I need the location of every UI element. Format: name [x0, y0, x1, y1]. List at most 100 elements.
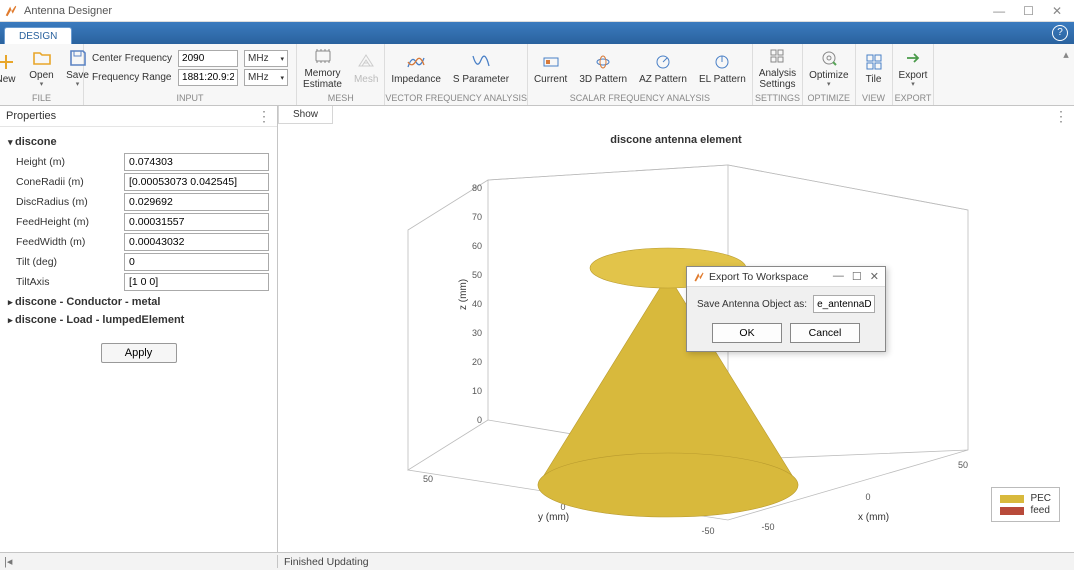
legend: PEC feed [991, 487, 1060, 522]
pattern-3d-button[interactable]: 3D Pattern [573, 50, 633, 87]
export-dialog: Export To Workspace — ☐ ✕ Save Antenna O… [686, 266, 886, 352]
group-view-label: VIEW [856, 92, 892, 105]
svg-text:-50: -50 [761, 522, 774, 532]
az-pattern-icon [653, 52, 673, 72]
svg-text:80: 80 [472, 183, 482, 193]
svg-text:0: 0 [477, 415, 482, 425]
group-input-label: INPUT [84, 92, 296, 105]
dialog-object-name-input[interactable] [813, 295, 875, 313]
window-minimize-button[interactable]: — [989, 4, 1009, 18]
apply-button[interactable]: Apply [101, 343, 177, 363]
el-pattern-label: EL Pattern [699, 74, 746, 85]
discradius-label: DiscRadius (m) [16, 196, 124, 208]
canvas-menu-button[interactable]: ⋮ [1054, 108, 1068, 125]
properties-panel: Properties ⋮ discone Height (m) ConeRadi… [0, 106, 278, 552]
open-label: Open [29, 70, 53, 81]
legend-swatch-feed [1000, 507, 1024, 515]
tab-show[interactable]: Show [278, 106, 333, 124]
dialog-maximize-button[interactable]: ☐ [852, 270, 862, 283]
dialog-cancel-button[interactable]: Cancel [790, 323, 860, 343]
sparameter-button[interactable]: S Parameter [447, 50, 515, 87]
section-conductor[interactable]: discone - Conductor - metal [8, 293, 269, 311]
group-optimize-label: OPTIMIZE [803, 92, 854, 105]
current-icon [541, 52, 561, 72]
current-button[interactable]: Current [528, 50, 573, 87]
mesh-label: Mesh [354, 74, 378, 85]
el-pattern-icon [712, 52, 732, 72]
fr-unit-label: MHz [248, 72, 269, 83]
svg-text:50: 50 [423, 474, 433, 484]
mesh-icon [356, 52, 376, 72]
optimize-label: Optimize [809, 70, 848, 81]
coneradii-input[interactable] [124, 173, 269, 191]
analysis-settings-l1: Analysis [759, 68, 796, 79]
plot-title: discone antenna element [610, 134, 741, 146]
fr-unit-dropdown[interactable]: MHz▾ [244, 69, 288, 86]
toolstrip: New Open ▾ Save ▾ FILE Center Frequency … [0, 44, 1074, 106]
window-maximize-button[interactable]: ☐ [1019, 4, 1038, 18]
export-button[interactable]: Export ▾ [893, 46, 934, 91]
collapse-ribbon-button[interactable]: ▴ [1058, 44, 1074, 105]
window-close-button[interactable]: ✕ [1048, 4, 1066, 18]
window-title: Antenna Designer [24, 5, 989, 17]
height-input[interactable] [124, 153, 269, 171]
new-label: New [0, 74, 16, 85]
save-caret-icon: ▾ [76, 81, 80, 89]
svg-text:50: 50 [472, 270, 482, 280]
frequency-range-label: Frequency Range [92, 72, 172, 83]
tile-icon [864, 52, 884, 72]
tile-button[interactable]: Tile [856, 50, 892, 87]
el-pattern-button[interactable]: EL Pattern [693, 50, 752, 87]
dialog-title: Export To Workspace [709, 271, 833, 283]
optimize-caret-icon: ▾ [827, 81, 831, 89]
impedance-label: Impedance [391, 74, 440, 85]
cf-unit-dropdown[interactable]: MHz▾ [244, 50, 288, 67]
status-left-icon[interactable]: |◂ [0, 555, 278, 568]
help-button[interactable]: ? [1052, 25, 1068, 41]
xlabel: x (mm) [858, 512, 889, 523]
dialog-save-label: Save Antenna Object as: [697, 299, 807, 310]
status-message: Finished Updating [278, 556, 369, 568]
frequency-range-input[interactable] [178, 69, 238, 86]
properties-menu-button[interactable]: ⋮ [257, 111, 271, 121]
analysis-settings-button[interactable]: Analysis Settings [753, 44, 802, 92]
pattern-3d-icon [593, 52, 613, 72]
export-caret-icon: ▾ [911, 81, 915, 89]
svg-text:-50: -50 [701, 526, 714, 536]
az-pattern-button[interactable]: AZ Pattern [633, 50, 693, 87]
feedwidth-label: FeedWidth (m) [16, 236, 124, 248]
legend-feed-label: feed [1030, 505, 1049, 516]
dialog-ok-button[interactable]: OK [712, 323, 782, 343]
tilt-input[interactable] [124, 253, 269, 271]
svg-text:0: 0 [865, 492, 870, 502]
pattern-3d-label: 3D Pattern [579, 74, 627, 85]
feedheight-input[interactable] [124, 213, 269, 231]
dialog-logo-icon [693, 271, 705, 283]
new-button[interactable]: New [0, 50, 24, 87]
ylabel: y (mm) [538, 512, 569, 523]
status-bar: |◂ Finished Updating [0, 552, 1074, 570]
section-load[interactable]: discone - Load - lumpedElement [8, 311, 269, 329]
memory-estimate-icon [313, 46, 333, 66]
impedance-button[interactable]: Impedance [385, 50, 446, 87]
feedwidth-input[interactable] [124, 233, 269, 251]
memory-estimate-l1: Memory [304, 68, 340, 79]
optimize-button[interactable]: Optimize ▾ [803, 46, 854, 91]
new-icon [0, 52, 16, 72]
cf-unit-label: MHz [248, 53, 269, 64]
tiltaxis-label: TiltAxis [16, 276, 124, 288]
dialog-close-button[interactable]: ✕ [870, 270, 879, 283]
group-export-label: EXPORT [893, 92, 934, 105]
section-discone[interactable]: discone [8, 133, 269, 151]
settings-icon [767, 46, 787, 66]
memory-estimate-button[interactable]: Memory Estimate [297, 44, 348, 92]
svg-text:50: 50 [958, 460, 968, 470]
center-frequency-input[interactable] [178, 50, 238, 67]
dialog-minimize-button[interactable]: — [833, 270, 844, 283]
open-button[interactable]: Open ▾ [24, 46, 60, 91]
tiltaxis-input[interactable] [124, 273, 269, 291]
svg-text:30: 30 [472, 328, 482, 338]
discradius-input[interactable] [124, 193, 269, 211]
tab-design[interactable]: DESIGN [4, 27, 72, 44]
group-sfa-label: SCALAR FREQUENCY ANALYSIS [528, 92, 752, 105]
